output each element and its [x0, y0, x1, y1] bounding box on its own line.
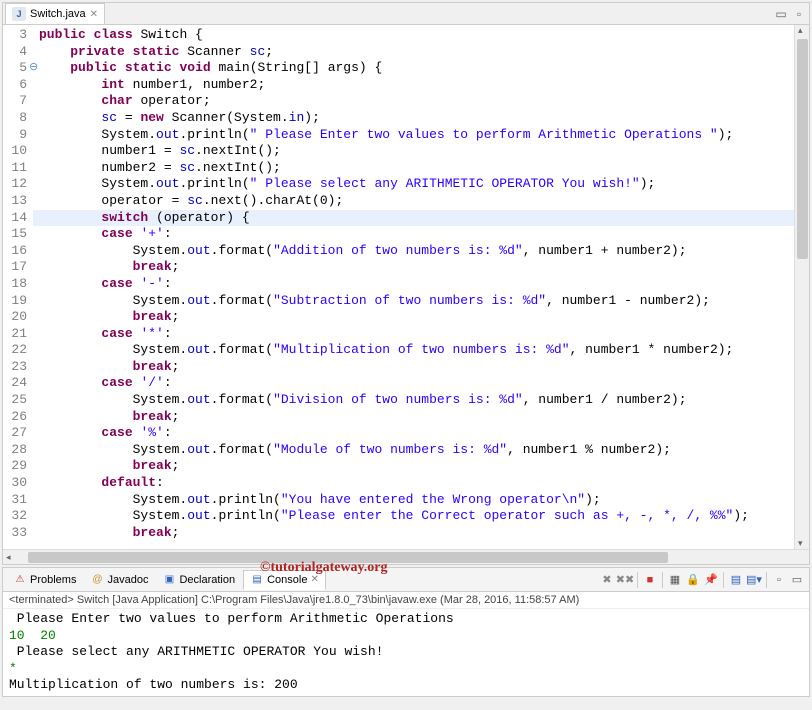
- console-output[interactable]: Please Enter two values to perform Arith…: [3, 609, 809, 696]
- view-tab-label: Declaration: [179, 574, 235, 586]
- remove-all-icon[interactable]: ✖✖: [617, 572, 633, 588]
- editor-pane: J Switch.java ✕ ▭ ▫ 34567891011121314151…: [2, 2, 810, 565]
- minimize-icon[interactable]: ▫: [791, 6, 807, 22]
- open-console-icon[interactable]: ▤▾: [746, 572, 762, 588]
- view-tab-javadoc[interactable]: @ Javadoc: [84, 571, 154, 589]
- view-tab-declaration[interactable]: ▣ Declaration: [156, 571, 241, 589]
- remove-launch-icon[interactable]: ✖: [599, 572, 615, 588]
- min-view-icon[interactable]: ▫: [771, 572, 787, 588]
- bottom-pane: ⚠ Problems @ Javadoc ▣ Declaration ▤ Con…: [2, 567, 810, 697]
- editor-tab-bar: J Switch.java ✕ ▭ ▫: [3, 3, 809, 25]
- view-tab-label: Console: [267, 574, 307, 586]
- maximize-icon[interactable]: ▭: [773, 6, 789, 22]
- clear-console-icon[interactable]: ▦: [667, 572, 683, 588]
- scroll-thumb[interactable]: [797, 39, 808, 259]
- line-number-gutter: 3456789101112131415161718192021222324252…: [3, 25, 33, 549]
- view-tab-console[interactable]: ▤ Console ✕: [243, 570, 326, 590]
- horizontal-scrollbar[interactable]: ◂: [3, 549, 809, 564]
- editor-tab-label: Switch.java: [30, 8, 86, 20]
- display-selected-console-icon[interactable]: ▤: [728, 572, 744, 588]
- view-tab-label: Problems: [30, 574, 76, 586]
- pin-console-icon[interactable]: 📌: [703, 572, 719, 588]
- scroll-thumb[interactable]: [28, 552, 668, 563]
- view-tab-label: Javadoc: [107, 574, 148, 586]
- scroll-lock-icon[interactable]: 🔒: [685, 572, 701, 588]
- editor-tab-switch[interactable]: J Switch.java ✕: [5, 3, 105, 24]
- vertical-scrollbar[interactable]: [794, 25, 809, 549]
- views-tab-bar: ⚠ Problems @ Javadoc ▣ Declaration ▤ Con…: [3, 568, 809, 592]
- java-file-icon: J: [12, 7, 26, 21]
- max-view-icon[interactable]: ▭: [789, 572, 805, 588]
- javadoc-icon: @: [90, 573, 104, 587]
- problems-icon: ⚠: [13, 573, 27, 587]
- view-tab-problems[interactable]: ⚠ Problems: [7, 571, 82, 589]
- source-code[interactable]: public class Switch { private static Sca…: [33, 25, 794, 549]
- declaration-icon: ▣: [162, 573, 176, 587]
- code-area: 3456789101112131415161718192021222324252…: [3, 25, 809, 549]
- close-icon[interactable]: ✕: [310, 574, 318, 585]
- console-icon: ▤: [250, 573, 264, 587]
- console-status: <terminated> Switch [Java Application] C…: [3, 592, 809, 609]
- terminate-icon[interactable]: ■: [642, 572, 658, 588]
- close-icon[interactable]: ✕: [90, 9, 98, 20]
